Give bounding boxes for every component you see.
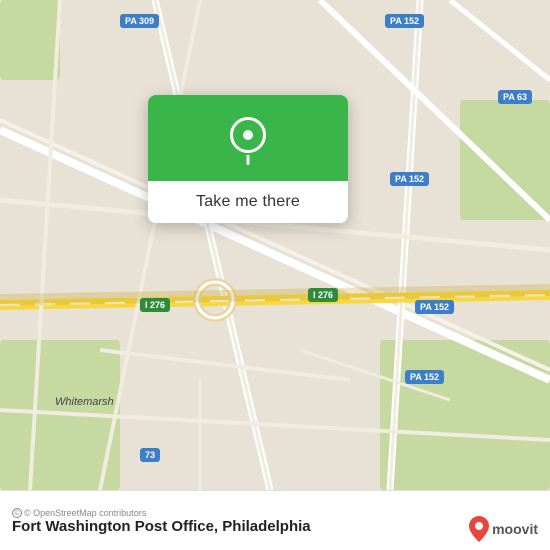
copyright-text: © © OpenStreetMap contributors: [12, 508, 538, 518]
route-card: Take me there: [148, 95, 348, 223]
map-svg: [0, 0, 550, 490]
bottom-bar: © © OpenStreetMap contributors Fort Wash…: [0, 490, 550, 550]
road-badge-pa63: PA 63: [498, 90, 532, 104]
road-badge-pa152-lower: PA 152: [415, 300, 454, 314]
copyright-symbol: ©: [12, 508, 22, 518]
road-badge-pa152-top: PA 152: [385, 14, 424, 28]
road-badge-pa152-bottom: PA 152: [405, 370, 444, 384]
road-badge-i276-left: I 276: [140, 298, 170, 312]
road-badge-73: 73: [140, 448, 160, 462]
road-badge-i276-right: I 276: [308, 288, 338, 302]
take-me-there-button[interactable]: Take me there: [148, 181, 348, 223]
road-badge-pa309: PA 309: [120, 14, 159, 28]
moovit-pin-icon: [469, 516, 489, 542]
map-container: PA 309 PA 152 PA 152 PA 152 PA 152 PA 63…: [0, 0, 550, 490]
openstreetmap-text: © OpenStreetMap contributors: [24, 508, 146, 518]
location-pin-icon: [228, 117, 268, 157]
road-badge-pa152-mid: PA 152: [390, 172, 429, 186]
moovit-text: moovit: [492, 521, 538, 537]
whitemarsh-label: Whitemarsh: [55, 396, 114, 408]
location-title: Fort Washington Post Office, Philadelphi…: [12, 518, 538, 535]
moovit-logo: moovit: [469, 516, 538, 542]
card-green-section: [148, 95, 348, 181]
